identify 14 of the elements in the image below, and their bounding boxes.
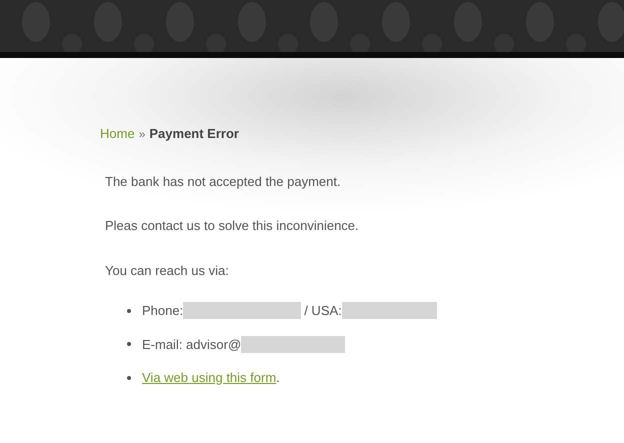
contact-text: . xyxy=(276,369,280,387)
paragraph: You can reach us via: xyxy=(105,262,230,280)
bullet-icon xyxy=(127,308,131,313)
paragraph: Pleas contact us to solve this inconvinience. xyxy=(105,217,360,235)
bullet-icon xyxy=(127,342,131,346)
page-title: Payment Error xyxy=(149,125,239,143)
contact-text: Phone: xyxy=(142,302,184,320)
home-link[interactable]: Home xyxy=(100,124,135,144)
form-link[interactable]: Via web using this form xyxy=(142,368,276,388)
bullet-icon xyxy=(127,376,131,380)
breadcrumb-separator: » xyxy=(138,126,146,143)
contact-text: E-mail: advisor@ xyxy=(142,336,242,354)
contact-text: / USA: xyxy=(304,302,342,320)
paragraph: The bank has not accepted the payment. xyxy=(105,172,342,191)
